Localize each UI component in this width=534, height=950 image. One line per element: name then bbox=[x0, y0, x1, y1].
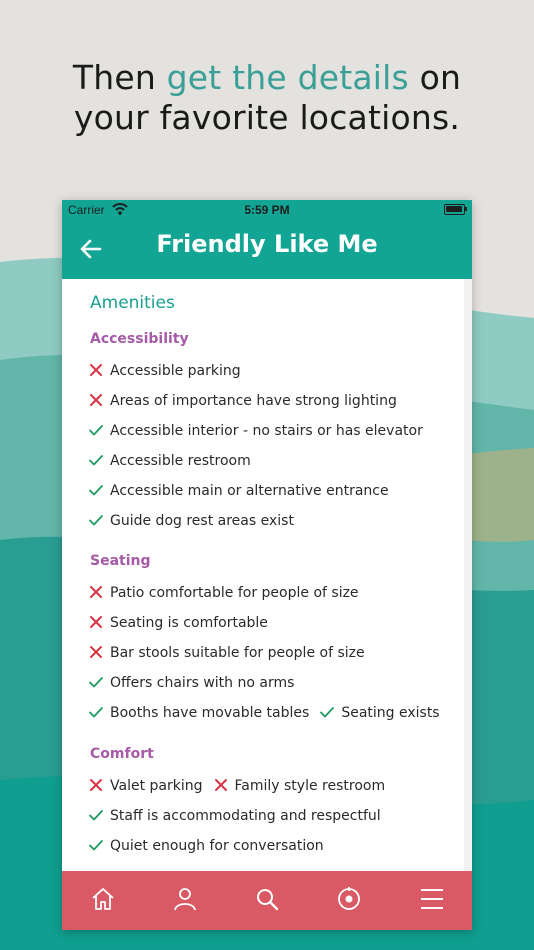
amenity-row: Offers chairs with no arms bbox=[88, 674, 304, 694]
check-icon bbox=[89, 839, 103, 851]
amenity-label: Staff is accommodating and respectful bbox=[110, 807, 381, 824]
check-icon bbox=[89, 809, 103, 821]
marketing-headline: Then get the details on your favorite lo… bbox=[72, 58, 462, 137]
cross-icon bbox=[90, 645, 102, 658]
check-icon bbox=[89, 706, 103, 717]
amenities-panel: Amenities Accessibility Accessible parkin… bbox=[62, 279, 464, 871]
amenity-row: Staff is accommodating and respectful bbox=[88, 807, 391, 827]
home-icon[interactable] bbox=[89, 885, 117, 913]
amenity-label: Guide dog rest areas exist bbox=[110, 512, 294, 529]
amenity-row: Accessible parking bbox=[88, 362, 251, 382]
check-icon bbox=[320, 706, 335, 717]
phone-screen: Carrier 5:59 PM Friendly Like Me Ameniti… bbox=[62, 200, 472, 930]
check-icon bbox=[89, 454, 103, 466]
cross-icon bbox=[90, 615, 102, 628]
amenity-item: Patio comfortable for people of size bbox=[88, 584, 359, 601]
amenity-item: Staff is accommodating and respectful bbox=[88, 807, 381, 824]
amenity-label: Bar stools suitable for people of size bbox=[110, 644, 365, 661]
amenity-item: Guide dog rest areas exist bbox=[88, 512, 294, 529]
amenity-row: Guide dog rest areas exist bbox=[88, 512, 304, 532]
amenity-item: Quiet enough for conversation bbox=[88, 837, 324, 854]
amenity-label: Seating exists bbox=[341, 704, 440, 721]
amenity-row: Accessible restroom bbox=[88, 452, 261, 472]
check-icon bbox=[89, 424, 103, 436]
page-title: Friendly Like Me bbox=[156, 230, 378, 258]
tab-bar bbox=[62, 871, 472, 930]
battery-icon bbox=[444, 204, 467, 215]
amenity-item: Family style restroom bbox=[213, 777, 386, 794]
amenity-item: Areas of importance have strong lighting bbox=[88, 392, 397, 409]
amenity-label: Booths have movable tables bbox=[110, 704, 310, 721]
location-icon[interactable] bbox=[335, 885, 363, 913]
status-bar: Carrier 5:59 PM bbox=[62, 200, 472, 220]
amenity-item: Booths have movable tables bbox=[88, 704, 309, 721]
amenity-label: Seating is comfortable bbox=[110, 614, 268, 631]
search-icon[interactable] bbox=[253, 885, 281, 913]
amenity-item: Seating exists bbox=[319, 704, 440, 721]
amenity-label: Accessible main or alternative entrance bbox=[110, 482, 389, 499]
amenity-row: Seating is comfortable bbox=[88, 614, 278, 634]
amenity-label: Quiet enough for conversation bbox=[110, 837, 324, 854]
amenity-label: Offers chairs with no arms bbox=[110, 674, 295, 691]
amenity-item: Bar stools suitable for people of size bbox=[88, 644, 365, 661]
profile-icon[interactable] bbox=[171, 885, 199, 913]
amenity-item: Accessible parking bbox=[88, 362, 241, 379]
amenity-row: Quiet enough for conversation bbox=[88, 837, 334, 857]
amenity-label: Areas of importance have strong lighting bbox=[110, 392, 397, 409]
amenity-row: Bar stools suitable for people of size bbox=[88, 644, 375, 664]
amenity-label: Valet parking bbox=[110, 778, 203, 794]
amenity-label: Accessible restroom bbox=[110, 452, 251, 469]
amenity-row: Accessible main or alternative entrance bbox=[88, 482, 399, 502]
section-title: Amenities bbox=[90, 293, 175, 313]
category-accessibility: Accessibility bbox=[90, 331, 189, 347]
cross-icon bbox=[90, 393, 102, 406]
app-header: Carrier 5:59 PM Friendly Like Me bbox=[62, 200, 472, 279]
cross-icon bbox=[90, 586, 102, 598]
amenity-row: Valet parking Family style restroom bbox=[88, 777, 395, 797]
category-comfort: Comfort bbox=[90, 746, 154, 762]
category-seating: Seating bbox=[90, 553, 151, 569]
status-time: 5:59 PM bbox=[244, 203, 290, 217]
cross-icon bbox=[90, 779, 102, 791]
amenity-label: Accessible parking bbox=[110, 363, 241, 379]
amenity-item: Accessible main or alternative entrance bbox=[88, 482, 389, 499]
check-icon bbox=[89, 514, 103, 525]
check-icon bbox=[89, 676, 103, 688]
amenity-item: Accessible interior - no stairs or has e… bbox=[88, 422, 423, 439]
amenity-label: Accessible interior - no stairs or has e… bbox=[110, 422, 423, 439]
cross-icon bbox=[90, 364, 102, 376]
amenity-item: Seating is comfortable bbox=[88, 614, 268, 631]
cross-icon bbox=[214, 779, 227, 791]
amenity-label: Family style restroom bbox=[234, 778, 386, 794]
scrollbar[interactable] bbox=[464, 279, 472, 871]
amenity-row: Accessible interior - no stairs or has e… bbox=[88, 422, 433, 442]
menu-icon[interactable] bbox=[418, 885, 446, 913]
amenity-label: Patio comfortable for people of size bbox=[110, 585, 359, 601]
amenity-item: Offers chairs with no arms bbox=[88, 674, 294, 691]
amenity-item: Valet parking bbox=[88, 777, 203, 794]
headline-accent: get the details bbox=[166, 58, 409, 97]
amenity-item: Accessible restroom bbox=[88, 452, 251, 469]
amenity-row: Booths have movable tables Seating exists bbox=[88, 704, 450, 724]
amenity-row: Patio comfortable for people of size bbox=[88, 584, 369, 604]
amenity-row: Areas of importance have strong lighting bbox=[88, 392, 407, 412]
check-icon bbox=[89, 484, 103, 495]
